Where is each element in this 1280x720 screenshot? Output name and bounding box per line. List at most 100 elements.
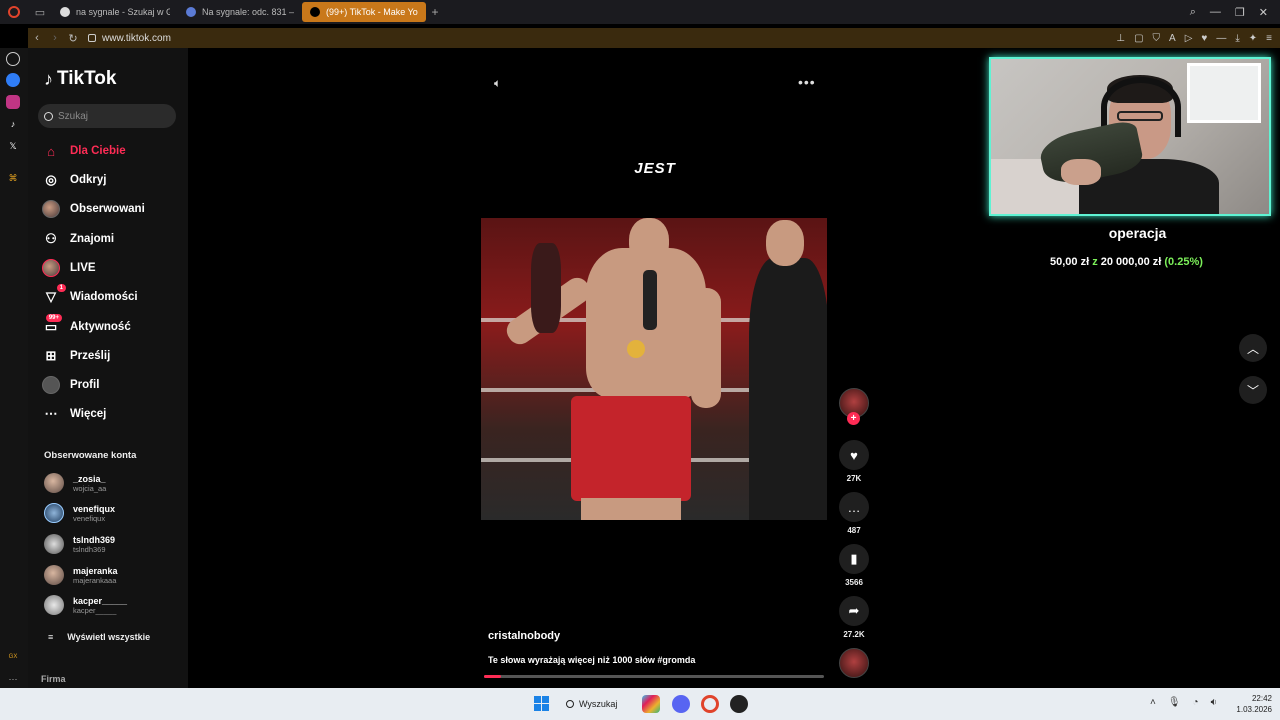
search-tabs-icon[interactable]: ⌕ bbox=[1190, 6, 1196, 19]
microphone-icon[interactable]: 🎙︎ bbox=[1168, 697, 1181, 708]
avatar bbox=[44, 565, 64, 585]
adblock-shield-icon[interactable]: ⛉ bbox=[1153, 33, 1161, 44]
pinboard-icon[interactable]: ⌘ bbox=[6, 171, 20, 185]
download-icon[interactable]: ⤓ bbox=[1235, 33, 1239, 44]
avatar bbox=[44, 503, 64, 523]
chevron-up-icon: ︿ bbox=[1246, 341, 1259, 356]
footer-firma-link[interactable]: Firma bbox=[41, 674, 66, 684]
video-progress-bar[interactable] bbox=[484, 675, 824, 678]
browser-tab-3-active[interactable]: (99+) TikTok - Make Yo bbox=[302, 2, 426, 22]
heart-icon: ♥ bbox=[839, 440, 869, 470]
avatar bbox=[44, 595, 64, 615]
forward-icon[interactable]: › bbox=[46, 32, 64, 44]
discord-icon[interactable] bbox=[672, 695, 690, 713]
url-field[interactable]: www.tiktok.com bbox=[88, 33, 171, 44]
nav-aktywnosc[interactable]: ▭ 99+ Aktywność bbox=[42, 314, 131, 338]
nav-profil[interactable]: Profil bbox=[42, 374, 99, 396]
maximize-icon[interactable]: ❐ bbox=[1235, 6, 1245, 19]
tab-overview-icon[interactable]: ▭ bbox=[28, 0, 52, 24]
messenger-icon[interactable] bbox=[6, 73, 20, 87]
creator-avatar-button[interactable]: + bbox=[838, 388, 870, 425]
video-author[interactable]: cristalnobody bbox=[488, 630, 560, 642]
slack-icon[interactable] bbox=[642, 695, 660, 713]
music-disc-button[interactable] bbox=[838, 648, 870, 678]
taskbar-search-button[interactable]: Wyszukaj bbox=[566, 695, 628, 713]
search-input[interactable]: Szukaj bbox=[38, 104, 176, 128]
profile-icon bbox=[42, 376, 60, 394]
donation-goal-progress: 50,00 zł z 20 000,00 zł (0.25%) bbox=[1050, 256, 1203, 268]
nav-obserwowani[interactable]: Obserwowani bbox=[42, 198, 145, 220]
tiktok-icon[interactable]: ♪ bbox=[6, 117, 20, 131]
instagram-icon[interactable] bbox=[6, 95, 20, 109]
minimize-icon[interactable]: — bbox=[1210, 6, 1221, 19]
next-video-button[interactable]: ﹀ bbox=[1239, 376, 1267, 404]
streamer-hand bbox=[1061, 159, 1101, 185]
windows-start-icon[interactable] bbox=[534, 696, 549, 711]
translate-icon[interactable]: A bbox=[1169, 33, 1176, 44]
nav-znajomi[interactable]: ⚇ Znajomi bbox=[42, 228, 114, 250]
gx-icon[interactable]: GX bbox=[6, 650, 20, 664]
opera-logo-icon[interactable] bbox=[0, 0, 28, 24]
chevron-up-icon[interactable]: ˄ bbox=[1150, 697, 1156, 708]
speaker-icon[interactable]: 🔉︎ bbox=[1211, 697, 1217, 708]
nav-odkryj[interactable]: ◎ Odkryj bbox=[42, 169, 106, 191]
browser-tab-2[interactable]: Na sygnale: odc. 831 – Mi bbox=[178, 2, 302, 22]
nav-wiadomosci[interactable]: ▽ 1 Wiadomości bbox=[42, 284, 138, 308]
tiktok-logo[interactable]: ♪ TikTok bbox=[44, 68, 116, 90]
followed-account[interactable]: _zosia_ wojcia_aa bbox=[44, 473, 106, 493]
system-clock[interactable]: 22:42 1.03.2026 bbox=[1226, 693, 1272, 715]
followed-account[interactable]: kacper_____ kacper_____ bbox=[44, 595, 127, 615]
back-icon[interactable]: ‹ bbox=[28, 32, 46, 44]
video-overlay-text: JEST bbox=[634, 160, 676, 177]
minimize-bar-icon[interactable]: — bbox=[1216, 33, 1226, 44]
share-button[interactable]: ➦ 27.2K bbox=[838, 596, 870, 639]
save-button[interactable]: ▮ 3566 bbox=[838, 544, 870, 587]
search-icon bbox=[44, 111, 53, 121]
heart-icon[interactable]: ♥ bbox=[1201, 33, 1207, 44]
followed-account[interactable]: tslndh369 tslndh369 bbox=[44, 534, 115, 554]
video-player[interactable] bbox=[481, 218, 827, 520]
nav-dla-ciebie[interactable]: ⌂ Dla Ciebie bbox=[42, 140, 126, 162]
previous-video-button[interactable]: ︿ bbox=[1239, 334, 1267, 362]
glasses bbox=[1117, 111, 1163, 121]
more-options-icon[interactable]: ••• bbox=[798, 74, 816, 90]
compass-icon: ◎ bbox=[45, 172, 57, 187]
play-icon[interactable]: ▷ bbox=[1185, 33, 1193, 44]
wifi-icon[interactable]: ◔ bbox=[1193, 697, 1199, 708]
avatar bbox=[44, 473, 64, 493]
menu-icon[interactable]: ≡ bbox=[1266, 33, 1272, 44]
close-window-icon[interactable]: ✕ bbox=[1259, 6, 1268, 19]
rail-more-icon[interactable]: ⋯ bbox=[6, 672, 20, 686]
followed-account[interactable]: majeranka majerankaaa bbox=[44, 565, 118, 585]
nav-live[interactable]: LIVE bbox=[42, 257, 96, 279]
followed-accounts-title: Obserwowane konta bbox=[44, 450, 137, 461]
see-all-followed-button[interactable]: ≡ Wyświetl wszystkie bbox=[48, 632, 150, 642]
pin-icon[interactable]: ⊥ bbox=[1116, 33, 1125, 44]
snapshot-icon[interactable]: ▢ bbox=[1134, 33, 1143, 44]
nav-wiecej[interactable]: ⋯ Więcej bbox=[42, 403, 107, 425]
comment-button[interactable]: … 487 bbox=[838, 492, 870, 535]
video-progress-fill bbox=[484, 675, 501, 678]
obs-icon[interactable] bbox=[730, 695, 748, 713]
x-icon[interactable]: 𝕏 bbox=[6, 139, 20, 153]
following-avatar-icon bbox=[42, 200, 60, 218]
bookmark-icon: ▮ bbox=[839, 544, 869, 574]
followed-account[interactable]: venefiqux venefiqux bbox=[44, 503, 115, 523]
more-icon: ⋯ bbox=[44, 406, 58, 421]
new-tab-button[interactable]: + bbox=[426, 5, 444, 19]
browser-tab-1[interactable]: na sygnale - Szukaj w Goo bbox=[52, 2, 178, 22]
messages-badge: 1 bbox=[56, 284, 66, 292]
volume-icon[interactable]: 🔈︎ bbox=[494, 76, 501, 91]
ai-icon[interactable]: ✦ bbox=[1249, 33, 1257, 44]
list-icon: ≡ bbox=[48, 632, 54, 642]
reload-icon[interactable]: ↻ bbox=[64, 32, 82, 45]
tiktok-favicon-icon bbox=[310, 7, 320, 17]
opera-gx-taskbar-icon[interactable] bbox=[701, 695, 719, 713]
like-button[interactable]: ♥ 27K bbox=[838, 440, 870, 483]
live-icon bbox=[42, 259, 60, 277]
nav-przeslij[interactable]: ⊞ Prześlij bbox=[42, 345, 111, 367]
chatgpt-icon[interactable] bbox=[6, 52, 20, 66]
lock-icon bbox=[88, 34, 96, 42]
gold-medal bbox=[627, 340, 645, 358]
follow-plus-icon[interactable]: + bbox=[847, 412, 860, 425]
